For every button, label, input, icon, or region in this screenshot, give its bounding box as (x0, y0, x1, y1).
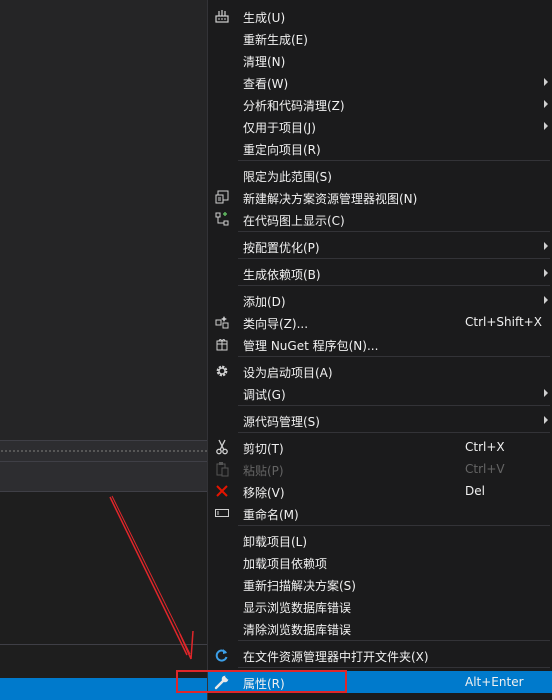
tool-panel (0, 492, 207, 678)
menu-separator (238, 667, 550, 668)
submenu-arrow-icon (544, 122, 548, 130)
menu-item-label: 源代码管理(S) (243, 415, 320, 429)
menu-item-nuget[interactable]: 管理 NuGet 程序包(N)... (208, 333, 552, 355)
menu-item-scope[interactable]: 限定为此范围(S) (208, 164, 552, 186)
build-icon (214, 8, 230, 24)
menu-item-label: 剪切(T) (243, 442, 284, 456)
menu-item-label: 类向导(Z)... (243, 317, 309, 331)
menu-item-label: 查看(W) (243, 77, 289, 91)
menu-item-label: 粘贴(P) (243, 464, 284, 478)
remove-icon (214, 483, 230, 499)
menu-item-rename[interactable]: 重命名(M) (208, 502, 552, 524)
submenu-arrow-icon (544, 269, 548, 277)
menu-item-label: 清理(N) (243, 55, 286, 69)
menu-item-view[interactable]: 查看(W) (208, 71, 552, 93)
menu-item-label: 设为启动项目(A) (243, 366, 333, 380)
menu-item-label: 重新扫描解决方案(S) (243, 579, 356, 593)
menu-item-rescan[interactable]: 重新扫描解决方案(S) (208, 573, 552, 595)
menu-item-label: 管理 NuGet 程序包(N)... (243, 339, 379, 353)
menu-item-source-control[interactable]: 源代码管理(S) (208, 409, 552, 431)
menu-item-label: 重新生成(E) (243, 33, 308, 47)
menu-item-debug[interactable]: 调试(G) (208, 382, 552, 404)
menu-item-startup[interactable]: 设为启动项目(A) (208, 360, 552, 382)
menu-item-clear-db-errors[interactable]: 清除浏览数据库错误 (208, 617, 552, 639)
menu-separator (238, 258, 550, 259)
menu-item-open-in-explorer[interactable]: 在文件资源管理器中打开文件夹(X) (208, 644, 552, 666)
menu-item-label: 生成依赖项(B) (243, 268, 321, 282)
menu-separator (238, 160, 550, 161)
rename-icon (214, 505, 230, 521)
menu-item-code-map[interactable]: 在代码图上显示(C) (208, 208, 552, 230)
menu-item-label: 显示浏览数据库错误 (243, 601, 352, 615)
menu-item-shortcut: Ctrl+X (465, 440, 505, 454)
menu-item-new-view[interactable]: 新建解决方案资源管理器视图(N) (208, 186, 552, 208)
annotation-highlight-box (176, 670, 347, 693)
new-solution-view-icon (214, 189, 230, 205)
menu-item-shortcut: Ctrl+V (465, 462, 505, 476)
class-wizard-icon (214, 314, 230, 330)
menu-item-paste: 粘贴(P) Ctrl+V (208, 458, 552, 480)
menu-item-shortcut: Del (465, 484, 485, 498)
menu-item-label: 移除(V) (243, 486, 285, 500)
menu-item-retarget[interactable]: 重定向项目(R) (208, 137, 552, 159)
submenu-arrow-icon (544, 389, 548, 397)
splitter-grip (0, 449, 207, 453)
submenu-arrow-icon (544, 78, 548, 86)
menu-item-label: 加载项目依赖项 (243, 557, 328, 571)
menu-item-shortcut: Ctrl+Shift+X (465, 315, 542, 329)
menu-separator (238, 231, 550, 232)
panel-divider (0, 644, 207, 645)
menu-item-label: 调试(G) (243, 388, 286, 402)
context-menu: 生成(U) 重新生成(E) 清理(N) 查看(W) 分析和代码清理(Z) 仅用于… (207, 0, 552, 700)
menu-separator (238, 285, 550, 286)
menu-item-label: 仅用于项目(J) (243, 121, 316, 135)
submenu-arrow-icon (544, 242, 548, 250)
menu-item-rebuild[interactable]: 重新生成(E) (208, 27, 552, 49)
gear-icon (214, 363, 230, 379)
menu-item-shortcut: Alt+Enter (465, 675, 524, 689)
scissors-icon (214, 439, 230, 455)
menu-item-label: 在代码图上显示(C) (243, 214, 345, 228)
menu-item-pgo[interactable]: 按配置优化(P) (208, 235, 552, 257)
menu-item-label: 在文件资源管理器中打开文件夹(X) (243, 650, 429, 664)
editor-area (0, 0, 207, 440)
menu-item-label: 重定向项目(R) (243, 143, 321, 157)
menu-item-label: 清除浏览数据库错误 (243, 623, 352, 637)
code-map-icon (214, 211, 230, 227)
menu-separator (238, 640, 550, 641)
submenu-arrow-icon (544, 100, 548, 108)
menu-item-label: 限定为此范围(S) (243, 170, 332, 184)
menu-separator (238, 432, 550, 433)
paste-icon (214, 461, 230, 477)
menu-item-label: 新建解决方案资源管理器视图(N) (243, 192, 418, 206)
menu-separator (238, 525, 550, 526)
menu-item-label: 生成(U) (243, 11, 286, 25)
menu-item-show-db-errors[interactable]: 显示浏览数据库错误 (208, 595, 552, 617)
menu-item-build-deps[interactable]: 生成依赖项(B) (208, 262, 552, 284)
submenu-arrow-icon (544, 296, 548, 304)
menu-item-analyze[interactable]: 分析和代码清理(Z) (208, 93, 552, 115)
submenu-arrow-icon (544, 416, 548, 424)
menu-item-unload[interactable]: 卸载项目(L) (208, 529, 552, 551)
refresh-arrow-icon (214, 647, 230, 663)
menu-item-clean[interactable]: 清理(N) (208, 49, 552, 71)
menu-item-cut[interactable]: 剪切(T) Ctrl+X (208, 436, 552, 458)
nuget-icon (214, 336, 230, 352)
menu-item-remove[interactable]: 移除(V) Del (208, 480, 552, 502)
menu-item-label: 按配置优化(P) (243, 241, 320, 255)
menu-item-label: 卸载项目(L) (243, 535, 308, 549)
menu-item-add[interactable]: 添加(D) (208, 289, 552, 311)
menu-separator (238, 405, 550, 406)
menu-item-load-deps[interactable]: 加载项目依赖项 (208, 551, 552, 573)
menu-item-class-wizard[interactable]: 类向导(Z)... Ctrl+Shift+X (208, 311, 552, 333)
menu-item-build[interactable]: 生成(U) (208, 5, 552, 27)
menu-item-project-only[interactable]: 仅用于项目(J) (208, 115, 552, 137)
tool-panel-header (0, 462, 207, 492)
menu-item-label: 重命名(M) (243, 508, 299, 522)
menu-item-label: 分析和代码清理(Z) (243, 99, 345, 113)
menu-separator (238, 356, 550, 357)
menu-item-label: 添加(D) (243, 295, 286, 309)
